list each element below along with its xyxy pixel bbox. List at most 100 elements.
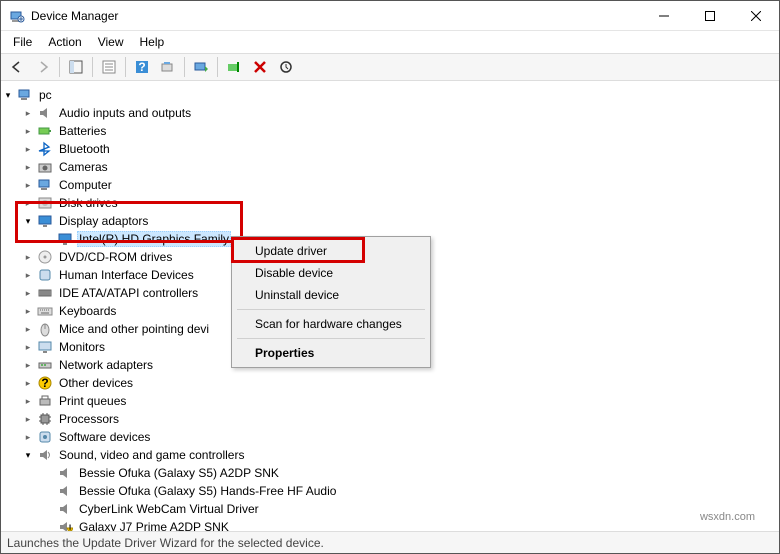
tree-node-label: DVD/CD-ROM drives [57, 250, 174, 264]
enable-button[interactable] [222, 55, 246, 79]
tree-root-label: pc [37, 88, 54, 102]
tree-node-label: CyberLink WebCam Virtual Driver [77, 502, 261, 516]
chevron-right-icon[interactable]: ▸ [21, 414, 35, 425]
svg-text:?: ? [138, 60, 145, 74]
tree-node[interactable]: Bessie Ofuka (Galaxy S5) Hands-Free HF A… [1, 482, 779, 500]
menu-file[interactable]: File [5, 33, 40, 51]
tree-node-label: Other devices [57, 376, 135, 390]
tree-node[interactable]: ▸Audio inputs and outputs [1, 104, 779, 122]
keyboard-icon [37, 303, 53, 319]
svg-text:?: ? [41, 376, 48, 390]
watermark: wsxdn.com [700, 511, 755, 523]
tree-node-label: Disk drives [57, 196, 120, 210]
chevron-right-icon[interactable]: ▸ [21, 144, 35, 155]
tree-root[interactable]: ▾ pc [1, 86, 779, 104]
chevron-right-icon[interactable]: ▸ [21, 396, 35, 407]
menubar: File Action View Help [1, 31, 779, 53]
chevron-down-icon[interactable]: ▾ [21, 216, 35, 227]
menu-help[interactable]: Help [132, 33, 173, 51]
tree-node[interactable]: ▸ Software devices [1, 428, 779, 446]
tree-node[interactable]: ▸ Processors [1, 410, 779, 428]
chevron-right-icon[interactable]: ▸ [21, 180, 35, 191]
tree-node-label: Bessie Ofuka (Galaxy S5) Hands-Free HF A… [77, 484, 338, 498]
svg-text:!: ! [68, 522, 71, 531]
update-driver-button[interactable] [189, 55, 213, 79]
chevron-down-icon[interactable]: ▾ [1, 90, 15, 101]
tree-node[interactable]: ▸ Batteries [1, 122, 779, 140]
disk-icon [37, 195, 53, 211]
chevron-right-icon[interactable]: ▸ [21, 162, 35, 173]
context-menu-item[interactable]: Properties [235, 342, 427, 364]
tree-node[interactable]: ▸ Disk drives [1, 194, 779, 212]
tree-node[interactable]: ▸Computer [1, 176, 779, 194]
speaker-icon [57, 465, 73, 481]
context-menu-item[interactable]: Uninstall device [235, 284, 427, 306]
chevron-right-icon[interactable]: ▸ [21, 108, 35, 119]
tree-node[interactable]: ▾Display adaptors [1, 212, 779, 230]
context-menu-item[interactable]: Disable device [235, 262, 427, 284]
tree-node[interactable]: Bessie Ofuka (Galaxy S5) A2DP SNK [1, 464, 779, 482]
uninstall-button[interactable] [248, 55, 272, 79]
tree-node-label: Print queues [57, 394, 128, 408]
tree-node-label: Network adapters [57, 358, 155, 372]
speaker-icon [57, 483, 73, 499]
chevron-right-icon[interactable]: ▸ [21, 252, 35, 263]
chevron-right-icon[interactable]: ▸ [21, 378, 35, 389]
speaker-warn-icon: ! [57, 519, 73, 531]
tree-node[interactable]: ▾Sound, video and game controllers [1, 446, 779, 464]
speaker-icon [37, 105, 53, 121]
mouse-icon [37, 321, 53, 337]
titlebar: Device Manager [1, 1, 779, 31]
printer-icon [37, 393, 53, 409]
cpu-icon [37, 411, 53, 427]
back-button[interactable] [5, 55, 29, 79]
minimize-button[interactable] [641, 1, 687, 31]
tree-node[interactable]: ▸? Other devices [1, 374, 779, 392]
tree-node-label: Software devices [57, 430, 152, 444]
help-button[interactable]: ? [130, 55, 154, 79]
tree-node-label: Batteries [57, 124, 108, 138]
chevron-right-icon[interactable]: ▸ [21, 288, 35, 299]
maximize-button[interactable] [687, 1, 733, 31]
camera-icon [37, 159, 53, 175]
hid-icon [37, 267, 53, 283]
properties-button[interactable] [97, 55, 121, 79]
context-menu-separator [237, 309, 425, 310]
chevron-right-icon[interactable]: ▸ [21, 360, 35, 371]
menu-view[interactable]: View [90, 33, 132, 51]
forward-button[interactable] [31, 55, 55, 79]
scan-hardware-button[interactable] [274, 55, 298, 79]
chevron-down-icon[interactable]: ▾ [21, 450, 35, 461]
monitor-icon [37, 339, 53, 355]
window-title: Device Manager [31, 9, 641, 23]
chevron-right-icon[interactable]: ▸ [21, 324, 35, 335]
network-icon [37, 357, 53, 373]
other-icon: ? [37, 375, 53, 391]
chevron-right-icon[interactable]: ▸ [21, 270, 35, 281]
chevron-right-icon[interactable]: ▸ [21, 198, 35, 209]
tree-node[interactable]: CyberLink WebCam Virtual Driver [1, 500, 779, 518]
tree-node-label: Processors [57, 412, 121, 426]
tree-node[interactable]: ▸ Bluetooth [1, 140, 779, 158]
chevron-right-icon[interactable]: ▸ [21, 126, 35, 137]
tree-node[interactable]: ▸ Cameras [1, 158, 779, 176]
show-hide-tree-button[interactable] [64, 55, 88, 79]
scan-button[interactable] [156, 55, 180, 79]
tree-node[interactable]: ! Galaxy J7 Prime A2DP SNK [1, 518, 779, 531]
menu-action[interactable]: Action [40, 33, 89, 51]
tree-node-label: Human Interface Devices [57, 268, 196, 282]
tree-node-label: Galaxy J7 Prime A2DP SNK [77, 520, 231, 531]
toolbar: ? [1, 53, 779, 81]
dvd-icon [37, 249, 53, 265]
chevron-right-icon[interactable]: ▸ [21, 432, 35, 443]
battery-icon [37, 123, 53, 139]
context-menu-item[interactable]: Update driver [235, 240, 427, 262]
tree-node[interactable]: ▸ Print queues [1, 392, 779, 410]
context-menu-item[interactable]: Scan for hardware changes [235, 313, 427, 335]
tree-node-label: Bluetooth [57, 142, 112, 156]
chevron-right-icon[interactable]: ▸ [21, 306, 35, 317]
statusbar-text: Launches the Update Driver Wizard for th… [7, 536, 324, 550]
close-button[interactable] [733, 1, 779, 31]
tree-node-label: Cameras [57, 160, 110, 174]
chevron-right-icon[interactable]: ▸ [21, 342, 35, 353]
